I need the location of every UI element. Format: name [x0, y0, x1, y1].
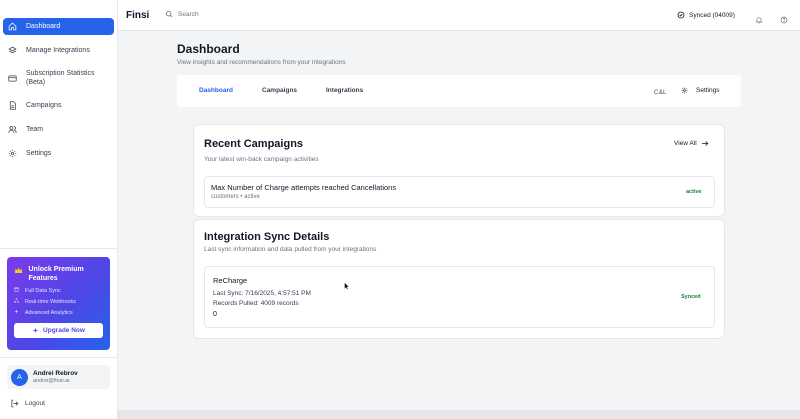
- gear-icon: [8, 149, 20, 158]
- crown-icon: [14, 266, 23, 277]
- sidebar-divider: [0, 357, 118, 358]
- sidebar-item-label: Settings: [26, 150, 52, 157]
- premium-feature-label: Advanced Analytics: [25, 309, 73, 316]
- integration-extra-value: 0: [213, 311, 217, 318]
- campaign-item[interactable]: Max Number of Charge attempts reached Ca…: [204, 176, 715, 208]
- arrow-right-icon: [701, 141, 708, 146]
- premium-feature-label: Real-time Webhooks: [25, 298, 76, 305]
- upgrade-button-label: Upgrade Now: [43, 327, 85, 334]
- status-badge: active: [686, 189, 702, 195]
- gear-icon: [681, 87, 688, 94]
- avatar: A: [11, 368, 28, 386]
- status-badge: Synced: [681, 294, 701, 300]
- integration-name: ReCharge: [213, 276, 248, 285]
- sidebar-item-label: Subscription Statistics (Beta): [26, 70, 95, 86]
- sidebar-item-manage-integrations[interactable]: Manage Integrations: [3, 42, 114, 59]
- settings-button[interactable]: Settings: [681, 87, 720, 94]
- card-subtitle: Your latest win-back campaign activities: [204, 156, 319, 163]
- settings-label: Settings: [696, 87, 720, 94]
- sidebar-item-label: Team: [26, 126, 44, 133]
- webhook-icon: [14, 298, 22, 305]
- card-subtitle: Last sync information and data pulled fr…: [204, 246, 377, 253]
- campaign-name: Max Number of Charge attempts reached Ca…: [211, 183, 397, 192]
- sidebar-item-subscription-statistics[interactable]: Subscription Statistics (Beta): [3, 66, 114, 90]
- cnl-button[interactable]: C&L: [654, 89, 667, 96]
- sparkle-icon: [14, 309, 22, 316]
- page-subtitle: View insights and recommendations from y…: [177, 59, 346, 66]
- credit-card-icon: [8, 74, 20, 83]
- logout-button[interactable]: Logout: [10, 399, 45, 408]
- view-all-label: View All: [674, 140, 697, 147]
- tab-campaigns[interactable]: Campaigns: [262, 87, 297, 94]
- premium-title: Unlock Premium Features: [28, 266, 84, 282]
- logout-icon: [11, 399, 19, 408]
- search-input[interactable]: Search: [165, 10, 199, 18]
- sidebar-nav: Dashboard Manage Integrations Subscripti…: [0, 0, 117, 162]
- sparkle-icon: [32, 327, 39, 334]
- help-icon[interactable]: [780, 11, 788, 29]
- sidebar-item-label: Manage Integrations: [26, 47, 90, 54]
- document-icon: [8, 101, 20, 110]
- card-title: Recent Campaigns: [204, 138, 304, 150]
- premium-feature-label: Full Data Sync: [25, 287, 61, 294]
- sidebar: Dashboard Manage Integrations Subscripti…: [0, 0, 118, 419]
- campaign-meta: customers • active: [211, 194, 260, 200]
- brand-logo[interactable]: Finsi: [126, 10, 149, 21]
- premium-card: Unlock Premium Features Full Data Sync R…: [7, 257, 110, 350]
- sync-status-label: Synced (04009): [689, 11, 735, 19]
- page-title: Dashboard: [177, 42, 240, 56]
- users-icon: [8, 125, 20, 134]
- user-name: Andrei Rebrov: [33, 370, 78, 377]
- premium-feature: Full Data Sync: [14, 287, 103, 294]
- premium-feature: Real-time Webhooks: [14, 298, 103, 305]
- records-pulled: Records Pulled: 4009 records: [213, 300, 299, 307]
- logout-label: Logout: [25, 400, 45, 407]
- tab-integrations[interactable]: Integrations: [326, 87, 363, 94]
- sidebar-item-team[interactable]: Team: [3, 121, 114, 138]
- integration-item[interactable]: ReCharge Last Sync: 7/16/2025, 4:57:51 P…: [204, 266, 715, 328]
- card-title: Integration Sync Details: [204, 231, 330, 243]
- view-all-button[interactable]: View All: [674, 140, 709, 147]
- sidebar-divider: [0, 248, 118, 249]
- sidebar-item-label: Dashboard: [26, 23, 61, 30]
- database-icon: [14, 287, 22, 294]
- mouse-cursor-icon: [344, 277, 350, 295]
- premium-feature: Advanced Analytics: [14, 309, 103, 316]
- user-profile[interactable]: A Andrei Rebrov andrei@finsi.ai: [7, 365, 110, 389]
- sidebar-item-dashboard[interactable]: Dashboard: [3, 18, 114, 35]
- layers-icon: [8, 46, 20, 55]
- sidebar-item-settings[interactable]: Settings: [3, 145, 114, 162]
- sidebar-item-campaigns[interactable]: Campaigns: [3, 97, 114, 114]
- last-sync: Last Sync: 7/16/2025, 4:57:51 PM: [213, 290, 311, 297]
- search-placeholder: Search: [178, 10, 199, 18]
- integration-sync-card: Integration Sync Details Last sync infor…: [193, 219, 725, 339]
- check-circle-icon: [677, 11, 685, 19]
- sidebar-item-label: Campaigns: [26, 102, 62, 109]
- bottom-strip: [118, 410, 800, 419]
- home-icon: [8, 22, 20, 31]
- sync-status[interactable]: Synced (04009): [677, 11, 735, 19]
- tabs-bar: Dashboard Campaigns Integrations C&L Set…: [177, 75, 741, 107]
- top-bar: Finsi Search Synced (04009): [118, 0, 800, 31]
- user-email: andrei@finsi.ai: [33, 378, 70, 384]
- upgrade-now-button[interactable]: Upgrade Now: [14, 323, 103, 338]
- tab-dashboard[interactable]: Dashboard: [199, 87, 233, 94]
- bell-icon[interactable]: [755, 11, 763, 29]
- recent-campaigns-card: Recent Campaigns Your latest win-back ca…: [193, 124, 725, 217]
- search-icon: [165, 10, 173, 18]
